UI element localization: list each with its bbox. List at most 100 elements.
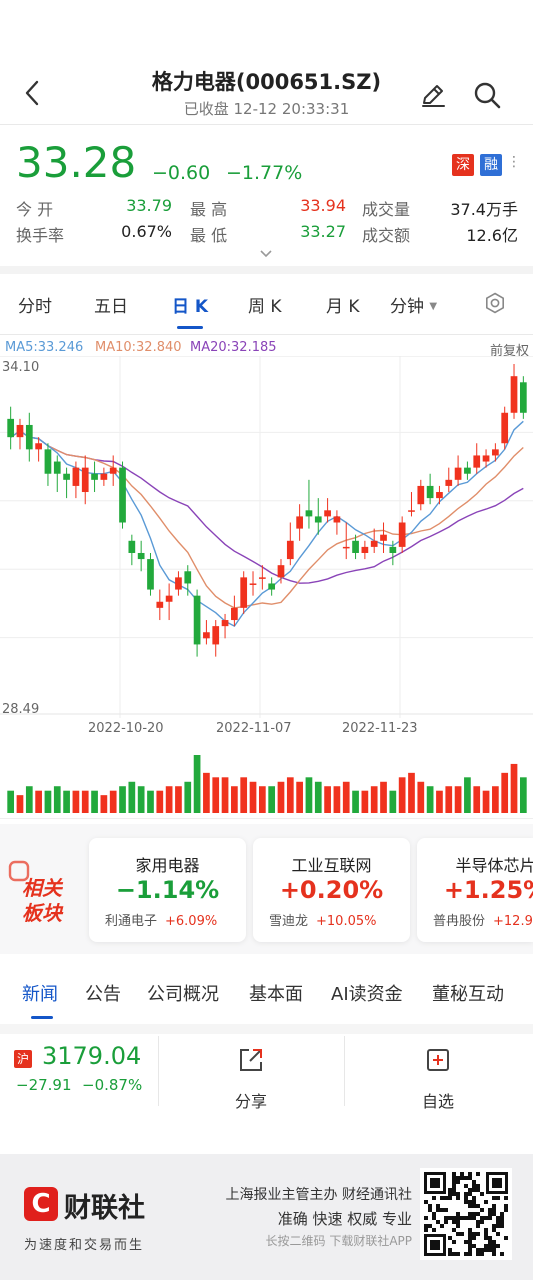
tab-fundamentals[interactable]: 基本面 — [249, 980, 303, 1006]
qr-module — [464, 1240, 468, 1244]
brand-slogan: 为速度和交易而生 — [24, 1238, 145, 1253]
volume-chart[interactable] — [0, 745, 533, 815]
x-tick-label: 2022-11-07 — [216, 721, 292, 736]
qr-module — [460, 1176, 464, 1180]
volume-bar — [249, 781, 257, 813]
qr-module — [460, 1216, 464, 1220]
watchlist-button[interactable]: 自选 — [408, 1088, 468, 1112]
qr-module — [484, 1244, 488, 1248]
cls-logo-icon: C — [24, 1187, 58, 1221]
qr-module — [496, 1196, 500, 1200]
bar-separator — [344, 1036, 345, 1106]
brand-values: 准确 快速 权威 专业 — [277, 1210, 412, 1228]
qr-module — [436, 1208, 440, 1212]
expand-chevron-icon[interactable] — [258, 249, 274, 259]
tab-announcements[interactable]: 公告 — [85, 980, 121, 1006]
volume-bar — [314, 781, 322, 813]
qr-module — [468, 1212, 472, 1216]
qr-hint: 长按二维码 下载财联社APP — [265, 1234, 413, 1248]
volume-bar — [519, 777, 527, 813]
qr-module — [468, 1176, 472, 1180]
qr-code-icon[interactable] — [420, 1168, 512, 1260]
candle-body — [128, 540, 136, 553]
caret-down-icon: ▼ — [429, 301, 438, 312]
qr-module — [432, 1212, 436, 1216]
qr-module — [456, 1216, 460, 1220]
candle-body — [109, 467, 117, 474]
settings-icon[interactable] — [484, 292, 506, 314]
volume-bar — [398, 777, 406, 813]
qr-module — [444, 1208, 448, 1212]
kline-chart[interactable] — [0, 356, 533, 718]
search-icon[interactable] — [472, 80, 502, 110]
qr-module — [456, 1196, 460, 1200]
tab-ai-funds[interactable]: AI读资金 — [331, 980, 403, 1006]
candle-body — [436, 492, 443, 499]
qr-module — [444, 1196, 448, 1200]
qr-module — [464, 1200, 468, 1204]
add-watchlist-icon[interactable] — [424, 1046, 452, 1074]
page-title: 格力电器(000651.SZ) — [151, 70, 382, 94]
volume-bar — [510, 763, 518, 813]
qr-module — [448, 1236, 452, 1240]
volume-bar — [16, 795, 24, 813]
index-value[interactable]: 3179.04 — [42, 1042, 141, 1070]
tab-intraday[interactable]: 分时 — [18, 292, 52, 317]
tab-weekly-k[interactable]: 周 K — [248, 292, 282, 317]
qr-module — [452, 1172, 456, 1176]
candle-body — [119, 467, 126, 523]
tab-monthly-k[interactable]: 月 K — [326, 292, 360, 317]
qr-module — [488, 1236, 492, 1240]
tab-five-day[interactable]: 五日 — [94, 292, 128, 317]
volume-bar — [231, 786, 238, 813]
share-icon[interactable] — [237, 1046, 265, 1074]
index-change: −27.91 — [16, 1076, 72, 1094]
qr-module — [492, 1212, 496, 1216]
tab-minute[interactable]: 分钟 ▼ — [390, 292, 437, 317]
volume-bar — [333, 786, 341, 813]
open-value: 33.79 — [126, 196, 172, 215]
sector-card[interactable]: 半导体芯片 +1.25% 普冉股份 +12.9 — [417, 838, 533, 942]
candle-body — [258, 577, 266, 579]
qr-module — [452, 1192, 456, 1196]
tab-board-secretary[interactable]: 董秘互动 — [432, 980, 504, 1006]
leader-name: 普冉股份 — [433, 914, 486, 929]
edit-icon[interactable] — [418, 80, 448, 110]
candle-body — [389, 546, 397, 553]
sector-card[interactable]: 家用电器 −1.14% 利通电子 +6.09% — [89, 838, 246, 942]
candle-body — [305, 510, 313, 517]
qr-module — [472, 1188, 476, 1192]
qr-module — [428, 1204, 432, 1208]
candle-body — [81, 467, 89, 493]
qr-module — [464, 1176, 468, 1180]
candle-body — [464, 467, 471, 474]
qr-module — [468, 1244, 472, 1248]
tab-daily-k[interactable]: 日 K — [172, 292, 208, 317]
more-icon[interactable]: ⋮ — [507, 154, 521, 170]
share-button[interactable]: 分享 — [221, 1088, 281, 1112]
tab-news[interactable]: 新闻 — [22, 980, 58, 1006]
qr-module — [468, 1200, 472, 1204]
volume-bar — [72, 790, 80, 813]
candle-body — [352, 540, 359, 553]
tab-company-profile[interactable]: 公司概况 — [147, 980, 219, 1006]
qr-module — [488, 1216, 492, 1220]
qr-module — [504, 1204, 508, 1208]
volume-bar — [63, 790, 70, 813]
high-label: 最 高 — [190, 200, 228, 219]
candle-body — [7, 418, 15, 438]
candle-body — [184, 571, 192, 584]
candle-body — [147, 559, 154, 590]
ma10-line — [10, 430, 524, 609]
volume-label: 成交量 — [362, 200, 411, 219]
sector-card[interactable]: 工业互联网 +0.20% 雪迪龙 +10.05% — [253, 838, 410, 942]
qr-module — [456, 1224, 460, 1228]
qr-module — [468, 1236, 472, 1240]
qr-module — [468, 1204, 472, 1208]
qr-module — [504, 1236, 508, 1240]
qr-module — [468, 1232, 472, 1236]
qr-module — [452, 1188, 456, 1192]
candle-body — [380, 534, 387, 541]
qr-module — [444, 1220, 448, 1224]
qr-module — [440, 1196, 444, 1200]
